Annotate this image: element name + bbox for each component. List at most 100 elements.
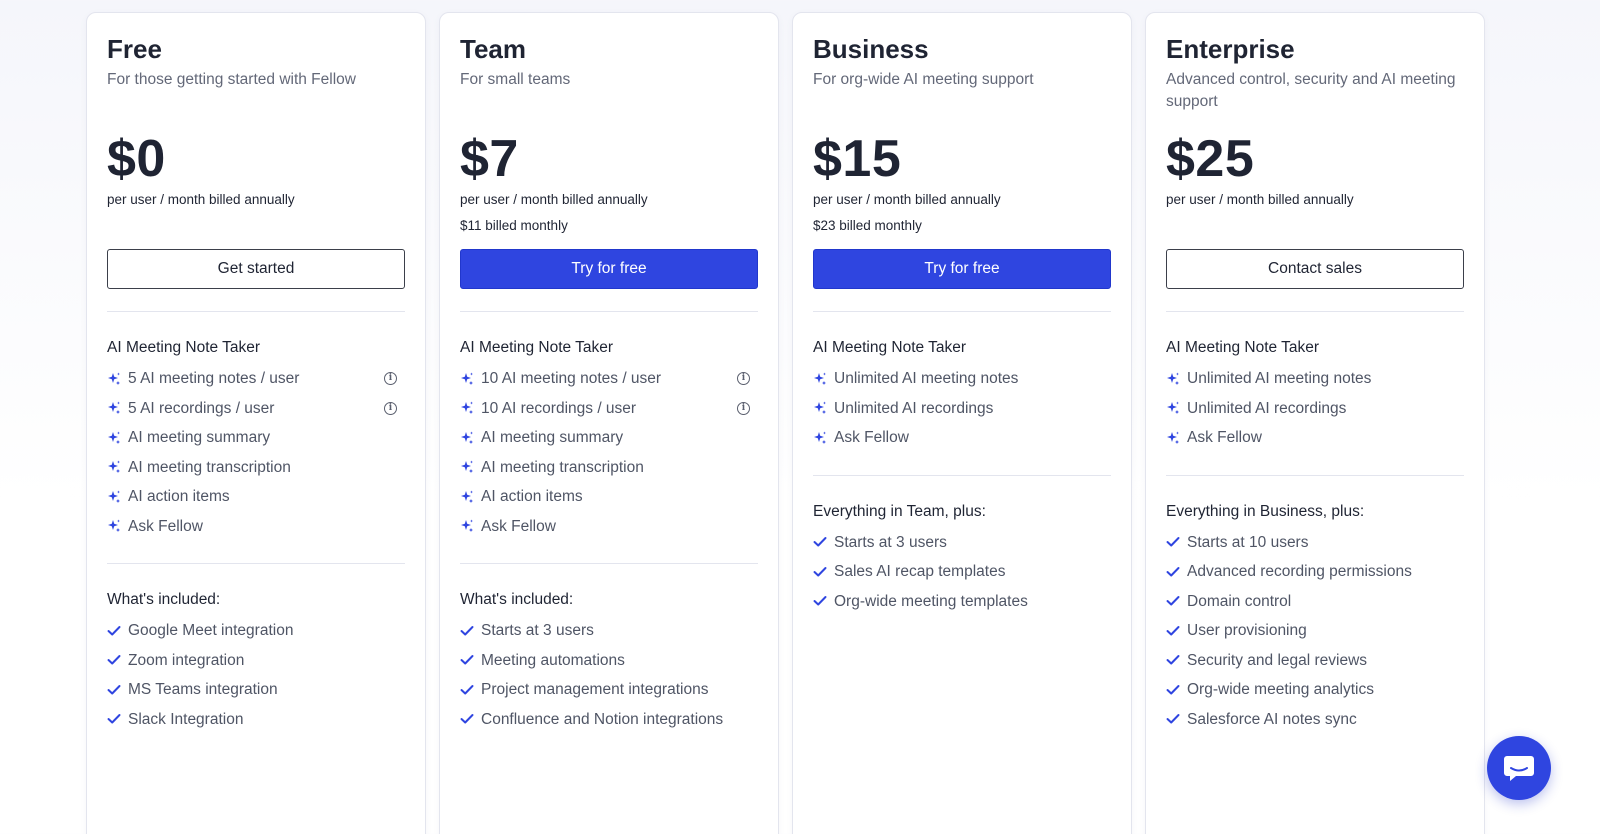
check-icon [1166, 679, 1187, 700]
sparkle-icon [813, 427, 834, 448]
feature-label: AI action items [481, 488, 583, 505]
feature-label: 10 AI meeting notes / user [481, 370, 662, 387]
divider [460, 563, 758, 564]
feature-label: Sales AI recap templates [834, 563, 1006, 580]
feature-label: Google Meet integration [128, 622, 294, 639]
try-for-free-button[interactable]: Try for free [813, 249, 1111, 289]
plan-name: Team [460, 34, 526, 64]
check-icon [1166, 532, 1187, 553]
divider [107, 311, 405, 312]
ai-feature-list: 10 AI meeting notes / user i 10 AI recor… [460, 364, 758, 541]
included-feature-item: Slack Integration [107, 705, 405, 735]
chat-bubble-icon [1504, 756, 1534, 781]
check-icon [460, 620, 481, 641]
feature-label: User provisioning [1187, 622, 1307, 639]
get-started-button[interactable]: Get started [107, 249, 405, 289]
ai-feature-list: 5 AI meeting notes / user i 5 AI recordi… [107, 364, 405, 541]
ai-section-title: AI Meeting Note Taker [813, 339, 967, 356]
divider [460, 311, 758, 312]
ai-feature-item: AI meeting summary [460, 423, 758, 453]
info-icon[interactable]: i [737, 401, 750, 415]
ai-feature-item: Unlimited AI meeting notes [813, 364, 1111, 394]
sparkle-icon [1166, 427, 1187, 448]
included-feature-item: Starts at 3 users [813, 528, 1111, 558]
sparkle-icon [813, 368, 834, 389]
feature-label: Slack Integration [128, 710, 244, 728]
included-feature-item: MS Teams integration [107, 675, 405, 705]
plan-name: Business [813, 34, 929, 64]
included-feature-item: Project management integrations [460, 675, 758, 705]
ai-feature-item: Ask Fellow [460, 512, 758, 542]
plan-description: Advanced control, security and AI meetin… [1166, 71, 1456, 110]
included-feature-item: User provisioning [1166, 616, 1464, 646]
feature-label: Salesforce AI notes sync [1187, 710, 1357, 728]
sparkle-icon [460, 427, 481, 448]
check-icon [813, 591, 834, 612]
info-icon[interactable]: i [384, 401, 397, 415]
feature-label: 5 AI meeting notes / user [128, 370, 300, 387]
included-section-title: What's included: [460, 591, 574, 608]
sparkle-icon [107, 486, 128, 507]
plan-card-enterprise: Enterprise Advanced control, security and… [1145, 12, 1485, 834]
feature-label: Ask Fellow [1187, 429, 1262, 446]
check-icon [1166, 591, 1187, 612]
ai-feature-item: Ask Fellow [107, 512, 405, 542]
billing-annual-note: per user / month billed annually [107, 192, 295, 207]
billing-annual-note: per user / month billed annually [1166, 192, 1354, 207]
billing-monthly-note: $23 billed monthly [813, 218, 922, 233]
feature-label: AI meeting summary [481, 429, 624, 446]
feature-label: Starts at 3 users [834, 533, 947, 551]
check-icon [460, 709, 481, 730]
ai-feature-item: AI action items [460, 482, 758, 512]
feature-label: Unlimited AI meeting notes [1187, 370, 1372, 387]
info-icon[interactable]: i [384, 372, 397, 385]
plan-card-business: Business For org-wide AI meeting support $… [792, 12, 1132, 834]
billing-annual-note: per user / month billed annually [813, 192, 1001, 207]
included-feature-item: Google Meet integration [107, 616, 405, 646]
included-feature-item: Sales AI recap templates [813, 557, 1111, 587]
sparkle-icon [460, 457, 481, 478]
feature-label: Advanced recording permissions [1187, 563, 1412, 580]
chat-widget-button[interactable] [1487, 736, 1551, 800]
billing-annual-note: per user / month billed annually [460, 192, 648, 207]
feature-label: Org-wide meeting templates [834, 592, 1028, 610]
sparkle-icon [813, 398, 834, 419]
pricing-plans: Free For those getting started with Fello… [86, 12, 1516, 834]
check-icon [107, 679, 128, 700]
ai-feature-list: Unlimited AI meeting notes Unlimited AI … [813, 364, 1111, 453]
feature-label: Ask Fellow [128, 517, 203, 535]
ai-feature-item: 10 AI meeting notes / user i [460, 364, 758, 394]
included-section-title: What's included: [107, 591, 221, 608]
ai-feature-item: Ask Fellow [813, 423, 1111, 453]
ai-feature-item: AI action items [107, 482, 405, 512]
info-icon[interactable]: i [737, 372, 750, 385]
included-feature-item: Zoom integration [107, 646, 405, 676]
ai-feature-item: Unlimited AI recordings [813, 394, 1111, 424]
feature-label: Ask Fellow [481, 517, 556, 535]
feature-label: Starts at 10 users [1187, 533, 1309, 551]
ai-feature-list: Unlimited AI meeting notes Unlimited AI … [1166, 364, 1464, 453]
ai-section-title: AI Meeting Note Taker [460, 339, 614, 356]
plan-name: Free [107, 34, 162, 64]
feature-label: Org-wide meeting analytics [1187, 681, 1374, 698]
ai-section-title: AI Meeting Note Taker [107, 339, 261, 356]
sparkle-icon [460, 516, 481, 537]
ai-feature-item: 5 AI meeting notes / user i [107, 364, 405, 394]
divider [1166, 474, 1464, 476]
included-feature-item: Security and legal reviews [1166, 646, 1464, 676]
contact-sales-button[interactable]: Contact sales [1166, 249, 1464, 289]
ai-feature-item: 5 AI recordings / user i [107, 394, 405, 424]
try-for-free-button[interactable]: Try for free [460, 249, 758, 289]
feature-label: Unlimited AI meeting notes [834, 370, 1019, 387]
plan-name: Enterprise [1166, 34, 1295, 64]
included-feature-item: Org-wide meeting templates [813, 587, 1111, 617]
sparkle-icon [1166, 398, 1187, 419]
feature-label: Zoom integration [128, 651, 245, 669]
check-icon [460, 679, 481, 700]
check-icon [1166, 709, 1187, 730]
sparkle-icon [1166, 368, 1187, 389]
ai-feature-item: AI meeting summary [107, 423, 405, 453]
check-icon [460, 650, 481, 671]
ai-feature-item: Ask Fellow [1166, 423, 1464, 453]
sparkle-icon [460, 398, 481, 419]
